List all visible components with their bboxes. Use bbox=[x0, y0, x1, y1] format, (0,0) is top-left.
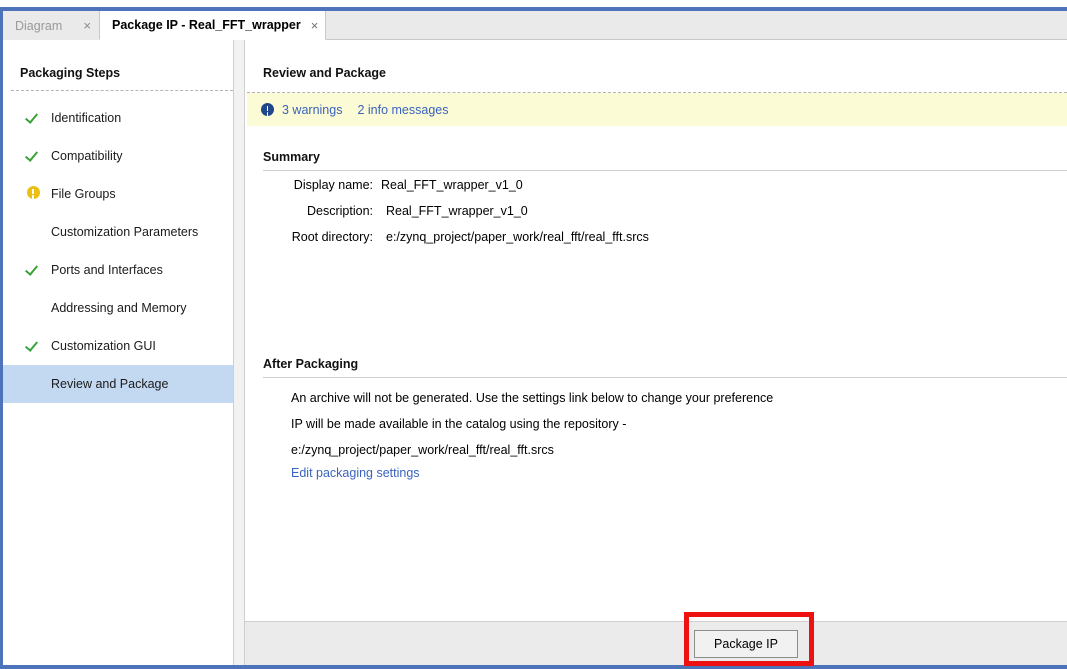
package-ip-window: Diagram × Package IP - Real_FFT_wrapper … bbox=[0, 0, 1067, 669]
tab-bar: Diagram × Package IP - Real_FFT_wrapper … bbox=[3, 11, 1067, 40]
close-icon[interactable]: × bbox=[301, 19, 319, 32]
root-directory-value: e:/zynq_project/paper_work/real_fft/real… bbox=[386, 230, 649, 244]
description-label: Description: bbox=[307, 204, 373, 218]
window-frame-bottom bbox=[0, 665, 1067, 669]
info-messages-link[interactable]: 2 info messages bbox=[357, 103, 448, 117]
sidebar-item-label: Review and Package bbox=[51, 377, 169, 391]
after-packaging-section-title: After Packaging bbox=[263, 357, 359, 371]
after-packaging-line: e:/zynq_project/paper_work/real_fft/real… bbox=[291, 443, 554, 457]
tab-diagram[interactable]: Diagram × bbox=[3, 11, 99, 40]
sidebar-item-compatibility[interactable]: Compatibility bbox=[3, 137, 233, 175]
root-directory-label: Root directory: bbox=[291, 230, 373, 244]
packaging-steps-list: Identification Compatibility File Groups… bbox=[3, 99, 233, 403]
check-icon bbox=[23, 262, 43, 278]
packaging-steps-sidebar: Packaging Steps Identification Compatibi… bbox=[3, 40, 233, 665]
check-icon bbox=[23, 110, 43, 126]
sidebar-item-ports-and-interfaces[interactable]: Ports and Interfaces bbox=[3, 251, 233, 289]
sidebar-item-customization-gui[interactable]: Customization GUI bbox=[3, 327, 233, 365]
sidebar-item-identification[interactable]: Identification bbox=[3, 99, 233, 137]
description-value: Real_FFT_wrapper_v1_0 bbox=[386, 204, 528, 218]
sidebar-item-label: Addressing and Memory bbox=[51, 301, 187, 315]
sidebar-item-review-and-package[interactable]: Review and Package bbox=[3, 365, 233, 403]
after-packaging-line: An archive will not be generated. Use th… bbox=[291, 391, 774, 405]
messages-banner: 3 warnings 2 info messages bbox=[247, 93, 1067, 126]
tab-package-ip-label: Package IP - Real_FFT_wrapper bbox=[112, 18, 301, 32]
package-ip-button[interactable]: Package IP bbox=[694, 630, 798, 658]
display-name-value: Real_FFT_wrapper_v1_0 bbox=[381, 178, 523, 192]
sidebar-title: Packaging Steps bbox=[20, 66, 121, 80]
close-icon[interactable]: × bbox=[73, 19, 91, 32]
after-packaging-line: IP will be made available in the catalog… bbox=[291, 417, 627, 431]
sidebar-divider bbox=[11, 90, 233, 91]
sidebar-item-label: Compatibility bbox=[51, 149, 123, 163]
edit-packaging-settings-link[interactable]: Edit packaging settings bbox=[291, 466, 420, 480]
check-icon bbox=[23, 338, 43, 354]
sidebar-item-label: Customization GUI bbox=[51, 339, 156, 353]
tab-diagram-label: Diagram bbox=[15, 18, 63, 33]
summary-divider bbox=[263, 170, 1067, 171]
summary-section-title: Summary bbox=[263, 150, 320, 164]
check-icon bbox=[23, 148, 43, 164]
display-name-label: Display name: bbox=[293, 178, 373, 192]
footer-button-bar: Package IP bbox=[245, 621, 1067, 665]
sidebar-item-addressing-and-memory[interactable]: Addressing and Memory bbox=[3, 289, 233, 327]
review-and-package-panel: Review and Package 3 warnings 2 info mes… bbox=[245, 40, 1067, 665]
page-title: Review and Package bbox=[263, 66, 386, 80]
info-icon bbox=[261, 103, 274, 116]
sidebar-item-label: File Groups bbox=[51, 187, 116, 201]
sidebar-item-file-groups[interactable]: File Groups bbox=[3, 175, 233, 213]
tab-package-ip[interactable]: Package IP - Real_FFT_wrapper × bbox=[99, 11, 326, 40]
sidebar-item-label: Customization Parameters bbox=[51, 225, 199, 239]
warning-icon bbox=[23, 186, 43, 202]
after-packaging-divider bbox=[263, 377, 1067, 378]
warnings-link[interactable]: 3 warnings bbox=[282, 103, 342, 117]
sidebar-item-label: Ports and Interfaces bbox=[51, 263, 163, 277]
sidebar-item-label: Identification bbox=[51, 111, 122, 125]
sidebar-item-customization-parameters[interactable]: Customization Parameters bbox=[3, 213, 233, 251]
